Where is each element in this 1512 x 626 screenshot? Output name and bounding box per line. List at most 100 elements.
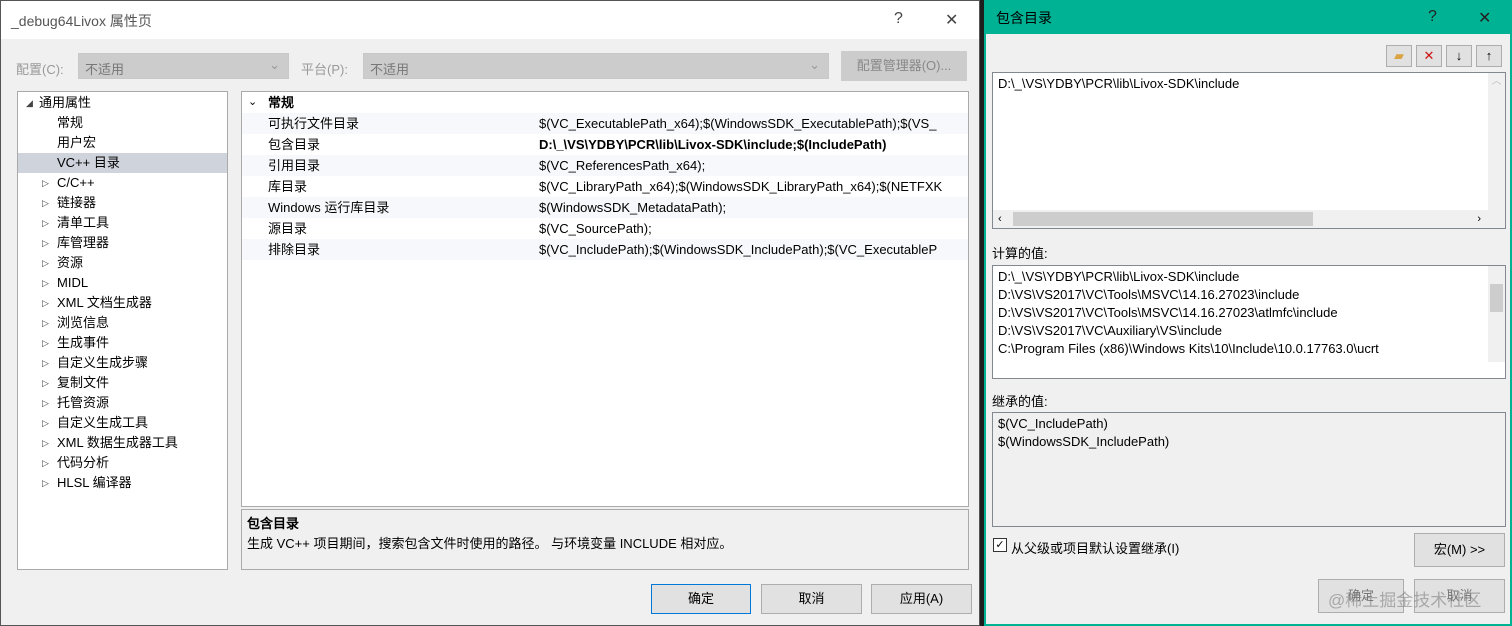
description-text: 生成 VC++ 项目期间，搜索包含文件时使用的路径。 与环境变量 INCLUDE… — [247, 536, 733, 551]
config-manager-button[interactable]: 配置管理器(O)... — [841, 51, 967, 81]
property-value[interactable]: $(VC_LibraryPath_x64);$(WindowsSDK_Libra… — [539, 176, 967, 197]
move-down-icon[interactable]: ↓ — [1446, 45, 1472, 67]
watermark: @稀土掘金技术社区 — [1328, 591, 1482, 610]
expand-arrow-icon[interactable]: ▷ — [42, 413, 49, 433]
expand-arrow-icon[interactable]: ▷ — [42, 253, 49, 273]
category-tree[interactable]: ◢ 通用属性 常规 用户宏 VC++ 目录 ▷ C/C++ ▷ 链接器 ▷ 清单工具 ▷ 库管理器 ▷ 资源… — [17, 91, 228, 570]
new-line-folder-icon[interactable]: ▰ — [1386, 45, 1412, 67]
tree-item-label: 托管资源 — [57, 395, 110, 410]
tree-item[interactable]: ◢ 通用属性 — [18, 93, 227, 113]
property-row[interactable]: Windows 运行库目录 $(WindowsSDK_MetadataPath); — [242, 197, 968, 218]
property-value[interactable]: $(VC_ExecutablePath_x64);$(WindowsSDK_Ex… — [539, 113, 967, 134]
vertical-scrollbar[interactable]: ︿ — [1488, 73, 1505, 210]
tree-item-label: 资源 — [57, 255, 84, 270]
property-value[interactable]: $(VC_SourcePath); — [539, 218, 967, 239]
edit-line[interactable]: D:\_\VS\YDBY\PCR\lib\Livox-SDK\include — [998, 75, 1500, 93]
computed-line: D:\VS\VS2017\VC\Auxiliary\VS\include — [998, 323, 1222, 338]
ok-button[interactable]: 确定 — [651, 584, 751, 614]
expand-arrow-icon[interactable]: ▷ — [42, 333, 49, 353]
scroll-right-icon[interactable]: › — [1477, 210, 1481, 228]
delete-icon[interactable]: ✕ — [1416, 45, 1442, 67]
expand-arrow-icon[interactable]: ▷ — [42, 273, 49, 293]
computed-label: 计算的值: — [992, 246, 1048, 261]
property-row[interactable]: 包含目录 D:\_\VS\YDBY\PCR\lib\Livox-SDK\inclu… — [242, 134, 968, 155]
tree-item[interactable]: 常规 — [18, 113, 227, 133]
close-button[interactable]: ✕ — [1478, 8, 1491, 28]
tree-item-label: HLSL 编译器 — [57, 475, 132, 490]
property-row[interactable]: 排除目录 $(VC_IncludePath);$(WindowsSDK_Inclu… — [242, 239, 968, 260]
property-name: 可执行文件目录 — [268, 116, 360, 131]
expand-arrow-icon[interactable]: ▷ — [42, 473, 49, 493]
expand-arrow-icon[interactable]: ▷ — [42, 393, 49, 413]
tree-item[interactable]: ▷ 代码分析 — [18, 453, 227, 473]
tree-item[interactable]: ▷ 资源 — [18, 253, 227, 273]
tree-item[interactable]: ▷ MIDL — [18, 273, 227, 293]
tree-item[interactable]: 用户宏 — [18, 133, 227, 153]
expand-arrow-icon[interactable]: ▷ — [42, 433, 49, 453]
platform-select[interactable]: 不适用 ⌄ — [363, 53, 829, 79]
property-row[interactable]: 可执行文件目录 $(VC_ExecutablePath_x64);$(Window… — [242, 113, 968, 134]
grid-section-general[interactable]: ⌄ 常规 — [242, 92, 968, 113]
property-row[interactable]: 源目录 $(VC_SourcePath); — [242, 218, 968, 239]
title-bar: 包含目录 ? ✕ — [986, 0, 1512, 34]
tree-item[interactable]: ▷ 托管资源 — [18, 393, 227, 413]
tree-item[interactable]: ▷ 复制文件 — [18, 373, 227, 393]
inherit-checkbox-label[interactable]: 从父级或项目默认设置继承(I) — [1011, 538, 1179, 557]
tree-item[interactable]: ▷ 清单工具 — [18, 213, 227, 233]
tree-item-label: 通用属性 — [39, 95, 92, 110]
expand-arrow-icon[interactable]: ▷ — [42, 193, 49, 213]
expand-arrow-icon[interactable]: ▷ — [42, 293, 49, 313]
tree-item-label: 常规 — [57, 115, 84, 130]
property-row[interactable]: 引用目录 $(VC_ReferencesPath_x64); — [242, 155, 968, 176]
horizontal-scrollbar[interactable]: ‹ › — [993, 210, 1505, 228]
cancel-button[interactable]: 取消 — [761, 584, 862, 614]
expand-arrow-icon[interactable]: ▷ — [42, 453, 49, 473]
expand-arrow-icon[interactable]: ◢ — [26, 93, 33, 113]
tree-item[interactable]: ▷ 库管理器 — [18, 233, 227, 253]
config-label: 配置(C): — [16, 62, 64, 77]
tree-item[interactable]: ▷ 生成事件 — [18, 333, 227, 353]
computed-line: C:\Program Files (x86)\Windows Kits\10\I… — [998, 341, 1379, 356]
help-button[interactable]: ? — [1428, 8, 1437, 26]
property-value[interactable]: $(WindowsSDK_MetadataPath); — [539, 197, 967, 218]
inherited-line: $(VC_IncludePath) — [998, 416, 1108, 431]
tree-item[interactable]: ▷ 自定义生成步骤 — [18, 353, 227, 373]
expand-arrow-icon[interactable]: ▷ — [42, 373, 49, 393]
tree-item[interactable]: ▷ XML 文档生成器 — [18, 293, 227, 313]
expand-arrow-icon[interactable]: ▷ — [42, 233, 49, 253]
title-bar: _debug64Livox 属性页 ? ✕ — [1, 1, 979, 39]
tree-item[interactable]: VC++ 目录 — [18, 153, 227, 173]
close-button[interactable]: ✕ — [945, 10, 958, 30]
tree-item[interactable]: ▷ HLSL 编译器 — [18, 473, 227, 493]
tree-item-label: C/C++ — [57, 175, 95, 190]
computed-values-list[interactable]: D:\_\VS\YDBY\PCR\lib\Livox-SDK\include D:… — [992, 265, 1506, 379]
property-name: 库目录 — [268, 179, 308, 194]
property-grid[interactable]: ⌄ 常规 可执行文件目录 $(VC_ExecutablePath_x64);$(W… — [241, 91, 969, 507]
expand-arrow-icon[interactable]: ▷ — [42, 173, 49, 193]
property-value[interactable]: $(VC_ReferencesPath_x64); — [539, 155, 967, 176]
expand-arrow-icon[interactable]: ▷ — [42, 313, 49, 333]
tree-item[interactable]: ▷ XML 数据生成器工具 — [18, 433, 227, 453]
property-value[interactable]: $(VC_IncludePath);$(WindowsSDK_IncludePa… — [539, 239, 967, 260]
property-row[interactable]: 库目录 $(VC_LibraryPath_x64);$(WindowsSDK_Li… — [242, 176, 968, 197]
tree-item[interactable]: ▷ 链接器 — [18, 193, 227, 213]
help-button[interactable]: ? — [894, 10, 903, 28]
config-select[interactable]: 不适用 ⌄ — [78, 53, 289, 79]
macros-button[interactable]: 宏(M) >> — [1414, 533, 1505, 567]
config-value: 不适用 — [85, 62, 125, 77]
tree-item[interactable]: ▷ 浏览信息 — [18, 313, 227, 333]
include-dirs-editor[interactable]: D:\_\VS\YDBY\PCR\lib\Livox-SDK\include ︿… — [992, 72, 1506, 229]
apply-button[interactable]: 应用(A) — [871, 584, 972, 614]
vertical-scrollbar[interactable] — [1488, 266, 1505, 362]
tree-item[interactable]: ▷ C/C++ — [18, 173, 227, 193]
scrollbar-thumb[interactable] — [1013, 212, 1313, 226]
tree-item-label: 清单工具 — [57, 215, 110, 230]
inherit-checkbox[interactable]: ✓ — [993, 538, 1007, 552]
scroll-left-icon[interactable]: ‹ — [998, 210, 1002, 228]
expand-arrow-icon[interactable]: ▷ — [42, 213, 49, 233]
chevron-down-icon: ⌄ — [809, 57, 820, 72]
tree-item[interactable]: ▷ 自定义生成工具 — [18, 413, 227, 433]
property-value[interactable]: D:\_\VS\YDBY\PCR\lib\Livox-SDK\include;$… — [539, 134, 967, 155]
move-up-icon[interactable]: ↑ — [1476, 45, 1502, 67]
expand-arrow-icon[interactable]: ▷ — [42, 353, 49, 373]
